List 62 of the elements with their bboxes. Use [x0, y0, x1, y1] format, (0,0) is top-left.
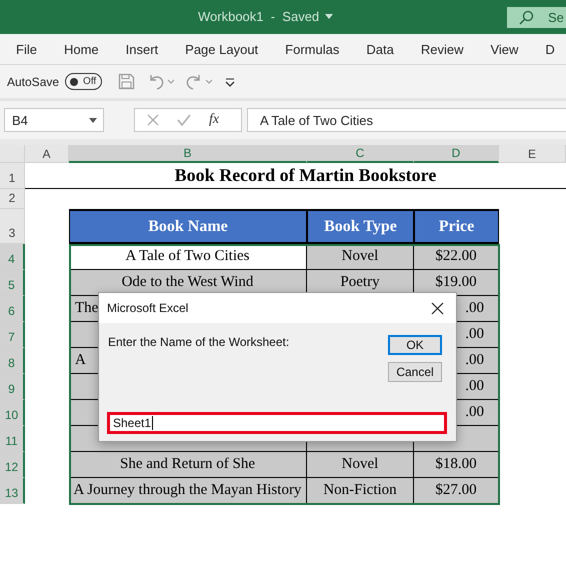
column-header[interactable]: A [25, 145, 69, 163]
dialog-button[interactable]: Cancel [388, 362, 442, 382]
row-header[interactable]: 2 [0, 189, 25, 209]
redo-icon[interactable] [185, 73, 214, 90]
row-header[interactable]: 4 [0, 244, 25, 270]
dropdown-icon[interactable] [89, 118, 97, 122]
ribbon-tab[interactable]: Page Layout [185, 42, 258, 56]
close-icon[interactable] [431, 302, 444, 314]
sheet-title: Book Record of Martin Bookstore [25, 163, 566, 189]
row-header[interactable]: 9 [0, 374, 25, 400]
ribbon-tab[interactable]: Home [64, 42, 99, 56]
row-header[interactable]: 5 [0, 270, 25, 296]
search-field[interactable]: Se [507, 7, 566, 28]
table-cell: $19.00 [414, 270, 499, 296]
row-header[interactable]: 6 [0, 296, 25, 322]
table-cell: $22.00 [414, 244, 499, 270]
check-icon[interactable] [177, 114, 191, 126]
column-header[interactable]: E [499, 145, 566, 163]
caret-icon[interactable] [325, 14, 334, 19]
table-cell: $18.00 [414, 452, 499, 478]
autosave-toggle[interactable]: Off [65, 73, 102, 90]
search-icon[interactable] [519, 10, 534, 25]
row-header[interactable]: 10 [0, 400, 25, 426]
ribbon-tab[interactable]: File [16, 42, 37, 56]
cancel-icon[interactable] [147, 114, 159, 126]
column-heading: Book Name [69, 209, 307, 244]
window-title: Workbook1 - Saved [198, 9, 320, 24]
column-heading: Book Type [307, 209, 414, 244]
ribbon-tab[interactable]: D [545, 42, 555, 56]
table-cell: $27.00 [414, 478, 499, 504]
row-header[interactable]: 1 [0, 163, 25, 189]
row-header[interactable]: 13 [0, 478, 25, 504]
ribbon-tab[interactable]: View [490, 42, 518, 56]
input-field[interactable]: Sheet1 [107, 412, 447, 434]
dialog-button[interactable]: OK [388, 335, 442, 355]
column-header[interactable]: D [414, 145, 499, 163]
table-cell: Novel [307, 244, 414, 270]
insert-function-button[interactable]: fx [209, 112, 220, 128]
row-header[interactable]: 7 [0, 322, 25, 348]
row-header[interactable]: 11 [0, 426, 25, 452]
table-cell: She and Return of She [69, 452, 307, 478]
row-header[interactable]: 3 [0, 209, 25, 244]
column-header[interactable]: C [307, 145, 414, 163]
ribbon-tab[interactable]: Review [420, 42, 464, 56]
ribbon-tab[interactable]: Insert [126, 42, 158, 56]
prompt-text: Enter the Name of the Worksheet: [108, 335, 290, 349]
table-cell: A Journey through the Mayan History [69, 478, 307, 504]
table-cell: Non-Fiction [307, 478, 414, 504]
row-header[interactable]: 8 [0, 348, 25, 374]
table-cell: Novel [307, 452, 414, 478]
ribbon-tab[interactable]: Data [366, 42, 394, 56]
formula-field[interactable]: A Tale of Two Cities [247, 108, 566, 132]
name-box[interactable]: B4 [4, 108, 104, 132]
autosave-label: AutoSave [7, 74, 60, 88]
save-icon[interactable] [118, 73, 136, 90]
customize-icon[interactable] [225, 76, 236, 86]
column-header[interactable]: B [69, 145, 307, 163]
table-cell: A Tale of Two Cities [69, 244, 307, 270]
column-heading: Price [414, 209, 499, 244]
dialog-title: Microsoft Excel [107, 301, 188, 315]
ribbon-tab[interactable]: Formulas [285, 42, 340, 56]
row-header[interactable]: 12 [0, 452, 25, 478]
